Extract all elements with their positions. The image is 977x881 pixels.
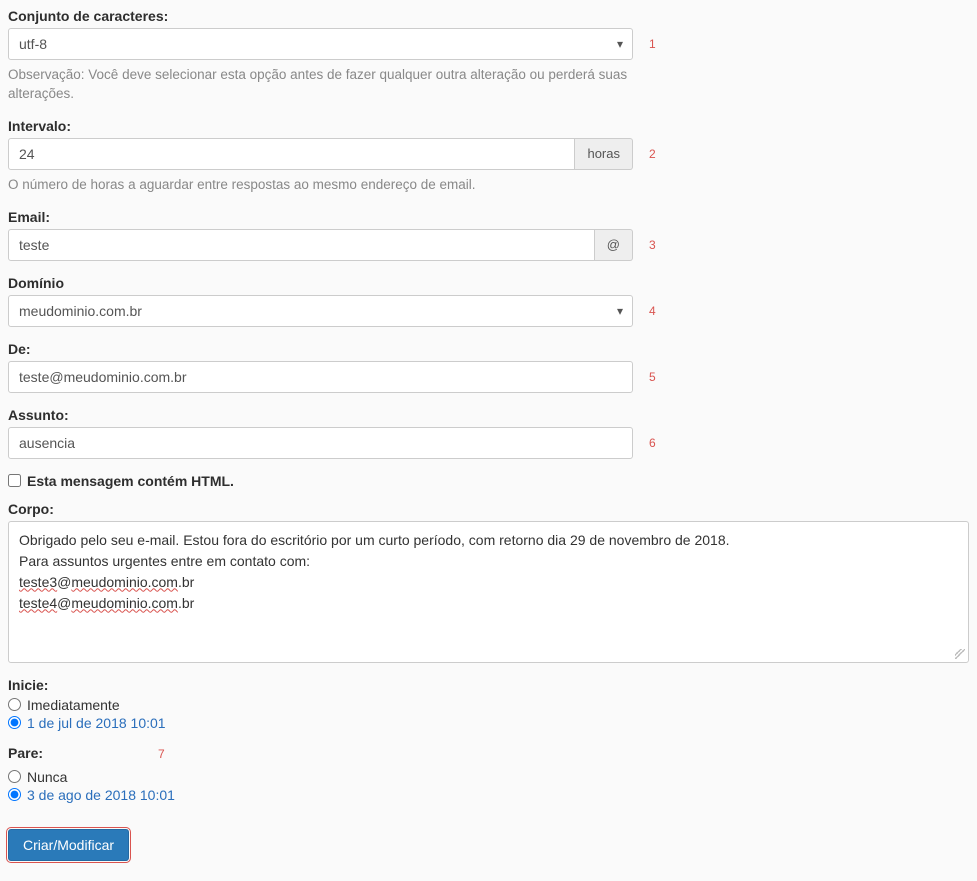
interval-help: O número de horas a aguardar entre respo… xyxy=(8,176,633,195)
charset-field: Conjunto de caracteres: utf-8 1 Observaç… xyxy=(8,8,969,104)
start-option-immediate[interactable]: Imediatamente xyxy=(27,697,120,713)
note-3: 3 xyxy=(649,229,656,261)
note-1: 1 xyxy=(649,28,656,60)
start-radio-immediate[interactable] xyxy=(8,698,21,711)
email-input[interactable] xyxy=(8,229,595,261)
note-7: 7 xyxy=(158,747,165,761)
interval-addon: horas xyxy=(575,138,633,170)
note-6: 6 xyxy=(649,427,656,459)
email-field: Email: @ 3 xyxy=(8,209,969,261)
start-option-date[interactable]: 1 de jul de 2018 10:01 xyxy=(27,715,166,731)
from-input[interactable] xyxy=(8,361,633,393)
stop-radio-date[interactable] xyxy=(8,788,21,801)
body-line3: teste3@meudominio.com.br xyxy=(19,572,958,593)
subject-input[interactable] xyxy=(8,427,633,459)
charset-help: Observação: Você deve selecionar esta op… xyxy=(8,66,633,104)
stop-field: Pare: 7 Nunca 3 de ago de 2018 10:01 xyxy=(8,745,969,803)
html-checkbox-label: Esta mensagem contém HTML. xyxy=(27,473,234,489)
html-checkbox[interactable] xyxy=(8,474,21,487)
note-4: 4 xyxy=(649,295,656,327)
at-icon: @ xyxy=(595,229,633,261)
interval-label: Intervalo: xyxy=(8,118,969,134)
interval-input[interactable] xyxy=(8,138,575,170)
charset-select[interactable]: utf-8 xyxy=(8,28,633,60)
note-2: 2 xyxy=(649,138,656,170)
submit-button[interactable]: Criar/Modificar xyxy=(8,829,129,861)
charset-label: Conjunto de caracteres: xyxy=(8,8,969,24)
stop-option-date[interactable]: 3 de ago de 2018 10:01 xyxy=(27,787,175,803)
html-checkbox-row: Esta mensagem contém HTML. xyxy=(8,473,969,489)
domain-field: Domínio meudominio.com.br 4 xyxy=(8,275,969,327)
resize-icon[interactable] xyxy=(955,649,965,659)
domain-select[interactable]: meudominio.com.br xyxy=(8,295,633,327)
subject-label: Assunto: xyxy=(8,407,969,423)
note-5: 5 xyxy=(649,361,656,393)
stop-option-never[interactable]: Nunca xyxy=(27,769,67,785)
stop-radio-never[interactable] xyxy=(8,770,21,783)
from-field: De: 5 xyxy=(8,341,969,393)
email-label: Email: xyxy=(8,209,969,225)
body-line2: Para assuntos urgentes entre em contato … xyxy=(19,551,958,572)
stop-label: Pare: xyxy=(8,745,43,761)
domain-label: Domínio xyxy=(8,275,969,291)
interval-field: Intervalo: horas 2 O número de horas a a… xyxy=(8,118,969,195)
start-field: Inicie: Imediatamente 1 de jul de 2018 1… xyxy=(8,677,969,731)
body-field: Corpo: Obrigado pelo seu e-mail. Estou f… xyxy=(8,501,969,663)
body-textarea[interactable]: Obrigado pelo seu e-mail. Estou fora do … xyxy=(8,521,969,663)
start-label: Inicie: xyxy=(8,677,969,693)
from-label: De: xyxy=(8,341,969,357)
body-line4: teste4@meudominio.com.br xyxy=(19,593,958,614)
subject-field: Assunto: 6 xyxy=(8,407,969,459)
body-line1: Obrigado pelo seu e-mail. Estou fora do … xyxy=(19,530,958,551)
start-radio-date[interactable] xyxy=(8,716,21,729)
body-label: Corpo: xyxy=(8,501,969,517)
